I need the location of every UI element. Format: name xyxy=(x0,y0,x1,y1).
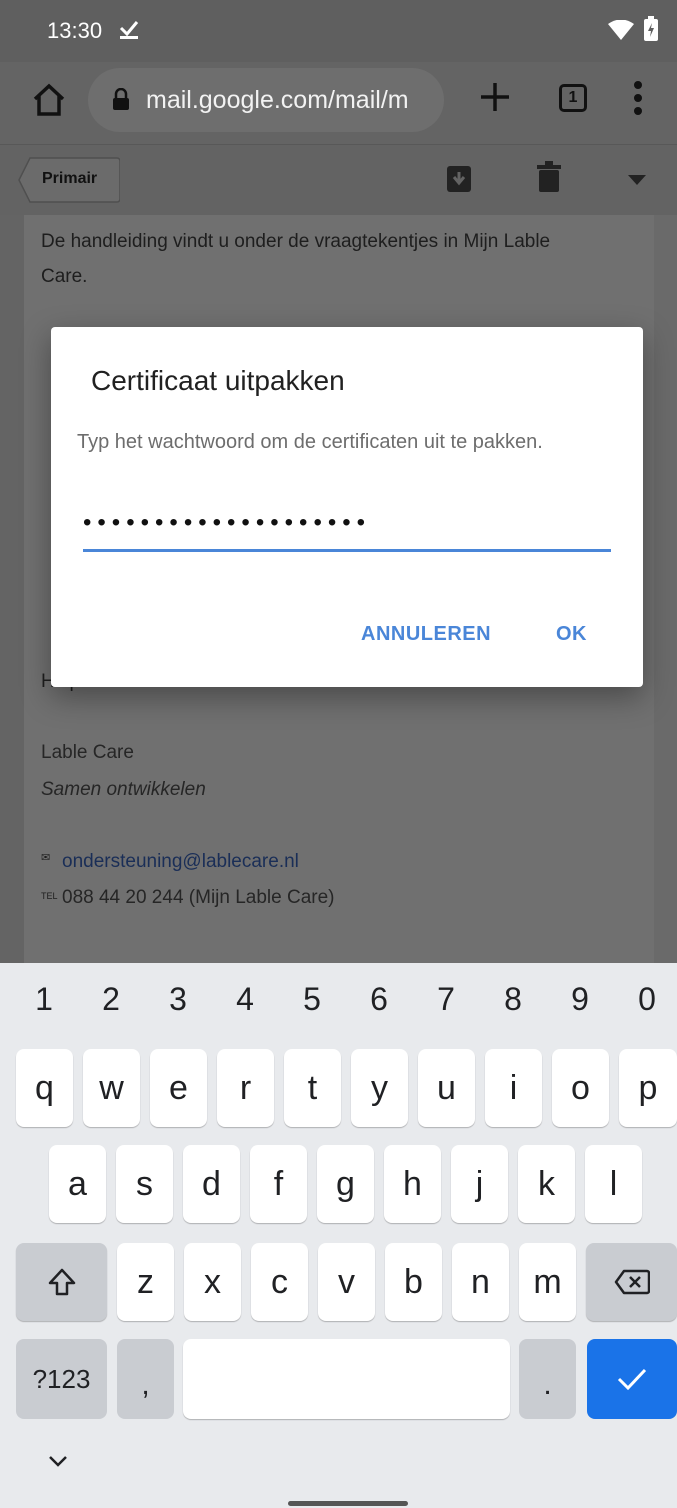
key-y[interactable]: y xyxy=(351,1049,408,1127)
certificate-dialog: Certificaat uitpakken Typ het wachtwoord… xyxy=(51,327,643,687)
mail-action-bar: Primair xyxy=(0,144,677,216)
key-3[interactable]: 3 xyxy=(148,981,208,1018)
key-z[interactable]: z xyxy=(117,1243,174,1321)
key-l[interactable]: l xyxy=(585,1145,642,1223)
key-8[interactable]: 8 xyxy=(483,981,543,1018)
key-5[interactable]: 5 xyxy=(282,981,342,1018)
dialog-title: Certificaat uitpakken xyxy=(91,365,345,396)
key-m[interactable]: m xyxy=(519,1243,576,1321)
key-j[interactable]: j xyxy=(451,1145,508,1223)
key-x[interactable]: x xyxy=(184,1243,241,1321)
email-link[interactable]: ondersteuning@lablecare.nl xyxy=(62,851,299,873)
delete-icon[interactable] xyxy=(537,161,561,193)
key-a[interactable]: a xyxy=(49,1145,106,1223)
new-tab-icon[interactable] xyxy=(478,80,512,114)
ok-button[interactable]: OK xyxy=(556,623,587,646)
key-k[interactable]: k xyxy=(518,1145,575,1223)
key-0[interactable]: 0 xyxy=(617,981,677,1018)
key-b[interactable]: b xyxy=(385,1243,442,1321)
key-o[interactable]: o xyxy=(552,1049,609,1127)
key-w[interactable]: w xyxy=(83,1049,140,1127)
key-c[interactable]: c xyxy=(251,1243,308,1321)
comma-key[interactable]: , xyxy=(117,1339,174,1419)
shift-key[interactable] xyxy=(16,1243,107,1321)
email-line: De handleiding vindt u onder de vraagtek… xyxy=(41,231,551,252)
email-line: Samen ontwikkelen xyxy=(41,779,206,800)
dialog-message: Typ het wachtwoord om de certificaten ui… xyxy=(77,431,543,453)
key-4[interactable]: 4 xyxy=(215,981,275,1018)
key-v[interactable]: v xyxy=(318,1243,375,1321)
key-n[interactable]: n xyxy=(452,1243,509,1321)
done-key[interactable] xyxy=(587,1339,677,1419)
key-s[interactable]: s xyxy=(116,1145,173,1223)
key-h[interactable]: h xyxy=(384,1145,441,1223)
key-7[interactable]: 7 xyxy=(416,981,476,1018)
back-label: Primair xyxy=(42,170,98,187)
soft-keyboard: 1 2 3 4 5 6 7 8 9 0 q w e r t y u i o p … xyxy=(0,963,677,1508)
shift-icon xyxy=(48,1268,75,1296)
key-1[interactable]: 1 xyxy=(14,981,74,1018)
status-time: 13:30 xyxy=(47,18,103,43)
space-key[interactable] xyxy=(183,1339,510,1419)
hide-keyboard-icon[interactable] xyxy=(48,1455,68,1467)
phone-icon: TEL xyxy=(41,891,58,901)
key-u[interactable]: u xyxy=(418,1049,475,1127)
check-icon xyxy=(617,1368,647,1391)
tab-switcher-button[interactable]: 1 xyxy=(559,84,587,112)
email-line: Lable Care xyxy=(41,742,134,763)
download-done-icon xyxy=(119,21,139,39)
key-d[interactable]: d xyxy=(183,1145,240,1223)
archive-icon[interactable] xyxy=(446,165,472,193)
key-i[interactable]: i xyxy=(485,1049,542,1127)
backspace-icon xyxy=(614,1269,650,1295)
symbols-key[interactable]: ?123 xyxy=(16,1339,107,1419)
backspace-key[interactable] xyxy=(586,1243,677,1321)
battery-icon xyxy=(644,16,658,41)
period-key[interactable]: . xyxy=(519,1339,576,1419)
key-6[interactable]: 6 xyxy=(349,981,409,1018)
more-options-icon[interactable] xyxy=(633,80,643,116)
key-2[interactable]: 2 xyxy=(81,981,141,1018)
address-bar[interactable]: mail.google.com/mail/m xyxy=(88,68,444,132)
mail-icon: ✉ xyxy=(41,852,51,864)
key-t[interactable]: t xyxy=(284,1049,341,1127)
key-r[interactable]: r xyxy=(217,1049,274,1127)
browser-toolbar: mail.google.com/mail/m 1 xyxy=(0,62,677,144)
gesture-nav-bar[interactable] xyxy=(288,1501,408,1506)
wifi-icon xyxy=(608,20,634,40)
status-bar: 13:30 xyxy=(0,0,677,62)
key-g[interactable]: g xyxy=(317,1145,374,1223)
key-q[interactable]: q xyxy=(16,1049,73,1127)
cancel-button[interactable]: ANNULEREN xyxy=(361,623,491,646)
email-line: 088 44 20 244 (Mijn Lable Care) xyxy=(62,887,335,908)
lock-icon xyxy=(113,88,129,110)
key-f[interactable]: f xyxy=(250,1145,307,1223)
key-p[interactable]: p xyxy=(619,1049,677,1127)
number-row: 1 2 3 4 5 6 7 8 9 0 xyxy=(0,981,677,1031)
url-text: mail.google.com/mail/m xyxy=(146,86,409,114)
password-field[interactable]: •••••••••••••••••••• xyxy=(83,505,611,552)
key-9[interactable]: 9 xyxy=(550,981,610,1018)
email-line: Care. xyxy=(41,266,88,287)
key-e[interactable]: e xyxy=(150,1049,207,1127)
dropdown-arrow-icon[interactable] xyxy=(628,175,646,185)
home-icon[interactable] xyxy=(30,82,68,118)
